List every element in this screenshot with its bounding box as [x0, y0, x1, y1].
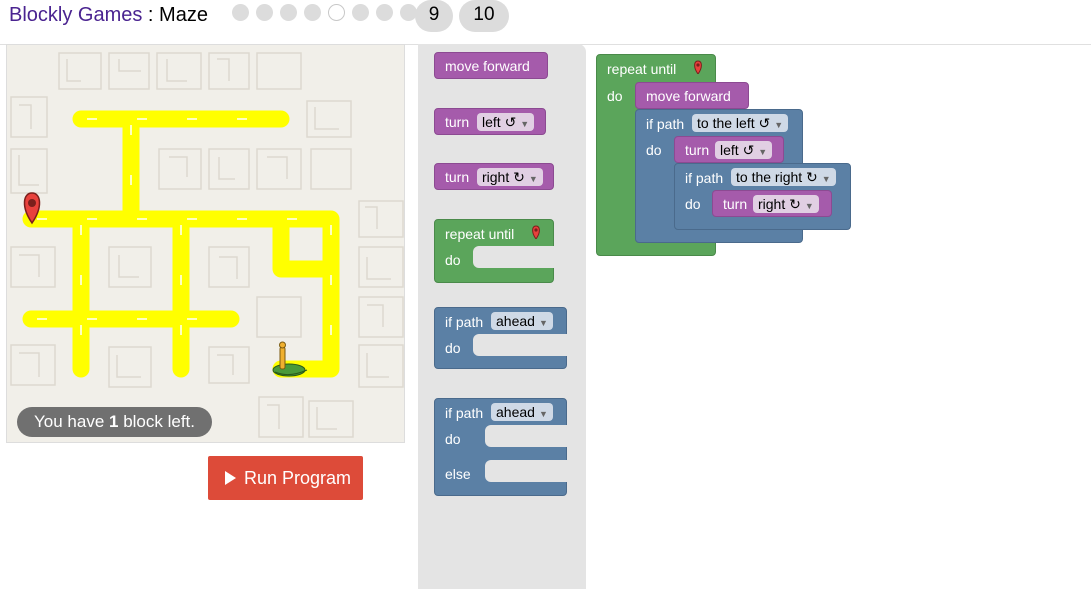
level-4-dot[interactable]: [304, 4, 321, 21]
else-label: else: [445, 466, 471, 482]
block-capacity-badge: You have 1 block left.: [17, 407, 213, 437]
title-separator: :: [142, 4, 160, 26]
run-program-label: Run Program: [244, 468, 352, 488]
do-label: do: [607, 88, 623, 104]
capacity-suffix: block left.: [118, 412, 196, 431]
level-3-dot[interactable]: [280, 4, 297, 21]
block-label: move forward: [646, 88, 731, 104]
red-marker-icon: [694, 60, 702, 74]
dropdown-arrow-icon: ▼: [528, 174, 538, 184]
else-statement-slot: [485, 460, 568, 482]
workspace-divider: [586, 44, 1091, 45]
toolbox-repeat-until-block[interactable]: repeat until do: [434, 219, 555, 283]
dropdown-arrow-icon: ▼: [821, 174, 831, 184]
block-label: if path: [445, 314, 484, 330]
toolbox-turn-left-block[interactable]: turn left ↺ ▼: [434, 108, 546, 135]
workspace-move-forward-block[interactable]: move forward: [635, 82, 749, 109]
capacity-prefix: You have: [34, 412, 109, 431]
red-marker-icon: [532, 225, 540, 239]
toolbox-turn-right-block[interactable]: turn right ↻ ▼: [434, 163, 554, 190]
level-6-dot[interactable]: [352, 4, 369, 21]
direction-dropdown[interactable]: right ↻ ▼: [753, 195, 819, 213]
toolbox-if-path-block[interactable]: if path ahead ▼ do: [434, 307, 568, 369]
toolbox-if-else-block[interactable]: if path ahead ▼ do else: [434, 398, 568, 496]
toolbox-move-forward-block[interactable]: move forward: [434, 52, 548, 79]
level-7-dot[interactable]: [376, 4, 393, 21]
do-label: do: [445, 431, 461, 447]
dropdown-arrow-icon: ▼: [520, 119, 530, 129]
block-label: repeat until: [607, 61, 677, 77]
level-9-button[interactable]: 9: [415, 0, 453, 32]
dropdown-value: right ↻: [482, 169, 525, 185]
block-label: turn: [723, 196, 748, 212]
direction-dropdown[interactable]: right ↻ ▼: [477, 168, 543, 186]
run-program-button[interactable]: Run Program: [208, 456, 363, 500]
maze-board: You have 1 block left.: [6, 44, 405, 443]
block-label: if path: [685, 170, 724, 186]
block-label: if path: [445, 405, 484, 421]
do-label: do: [445, 340, 461, 356]
path-dropdown[interactable]: to the left ↺ ▼: [692, 114, 789, 132]
direction-dropdown[interactable]: left ↺ ▼: [477, 113, 535, 131]
dropdown-arrow-icon: ▼: [538, 409, 548, 419]
dropdown-value: left ↺: [720, 142, 755, 158]
dropdown-value: to the right ↻: [736, 169, 818, 185]
dropdown-value: ahead: [496, 313, 535, 329]
level-10-button[interactable]: 10: [459, 0, 509, 32]
dropdown-arrow-icon: ▼: [774, 120, 784, 130]
block-label: repeat until: [445, 226, 515, 242]
app-name-link[interactable]: Blockly Games: [9, 4, 142, 26]
path-dropdown[interactable]: ahead ▼: [491, 312, 553, 330]
block-label: move forward: [445, 58, 530, 74]
dropdown-value: ahead: [496, 404, 535, 420]
pegman-icon: [272, 341, 308, 377]
page-title: Blockly Games : Maze: [9, 3, 208, 27]
block-label: turn: [445, 169, 470, 185]
play-icon: [225, 471, 236, 485]
level-2-dot[interactable]: [256, 4, 273, 21]
do-statement-slot: [485, 425, 568, 447]
do-label: do: [646, 142, 662, 158]
path-dropdown[interactable]: to the right ↻ ▼: [731, 168, 836, 186]
block-label: if path: [646, 116, 685, 132]
dropdown-arrow-icon: ▼: [538, 318, 548, 328]
dropdown-arrow-icon: ▼: [804, 201, 814, 211]
block-label: turn: [685, 142, 710, 158]
maze-drawing: [10, 52, 404, 438]
do-label: do: [685, 196, 701, 212]
do-label: do: [445, 252, 461, 268]
game-name: Maze: [159, 4, 208, 26]
statement-slot: [473, 334, 568, 356]
direction-dropdown[interactable]: left ↺ ▼: [715, 141, 773, 159]
block-label: turn: [445, 114, 470, 130]
level-1-dot[interactable]: [232, 4, 249, 21]
path-dropdown[interactable]: ahead ▼: [491, 403, 553, 421]
statement-slot: [473, 246, 555, 268]
level-5-dot-current[interactable]: [328, 4, 345, 21]
dropdown-value: right ↻: [758, 196, 801, 212]
workspace-turn-left-block[interactable]: turn left ↺ ▼: [674, 136, 784, 163]
dropdown-arrow-icon: ▼: [758, 147, 768, 157]
header: Blockly Games : Maze 9 10: [0, 0, 1091, 45]
workspace-turn-right-block[interactable]: turn right ↻ ▼: [712, 190, 832, 217]
dropdown-value: to the left ↺: [697, 115, 771, 131]
dropdown-value: left ↺: [482, 114, 517, 130]
